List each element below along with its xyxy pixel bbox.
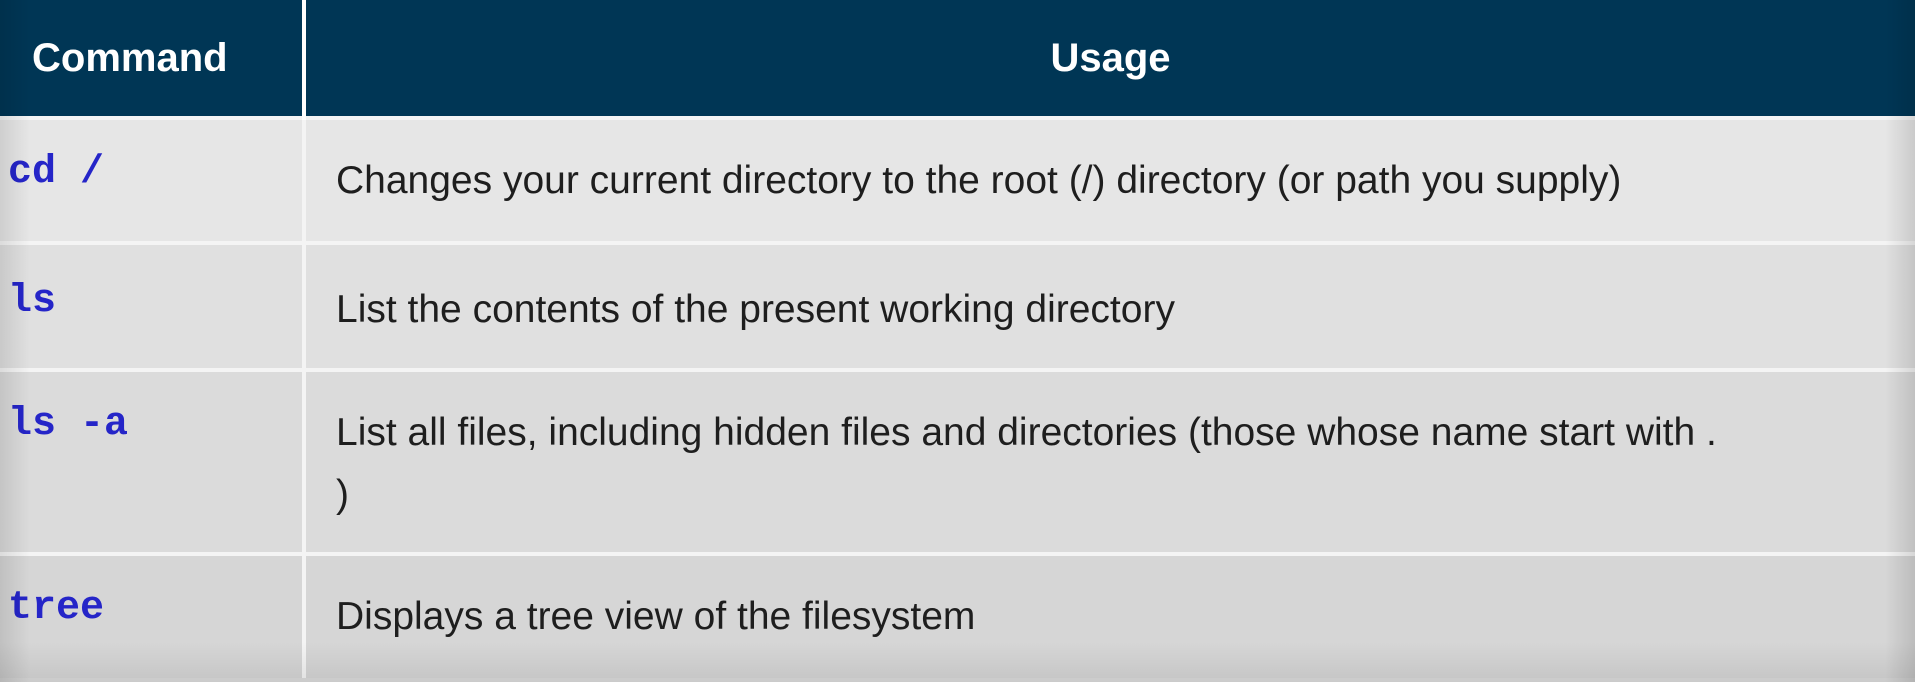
usage-cell: List the contents of the present working… bbox=[304, 241, 1915, 370]
slide: Command Usage cd / Changes your current … bbox=[0, 0, 1915, 682]
command-text: cd / bbox=[8, 150, 105, 195]
usage-cell: Changes your current directory to the ro… bbox=[304, 116, 1915, 243]
command-cell: ls bbox=[0, 241, 306, 370]
table-header-row: Command Usage bbox=[0, 0, 1915, 118]
commands-table: Command Usage cd / Changes your current … bbox=[0, 0, 1915, 678]
usage-text: Changes your current directory to the ro… bbox=[336, 159, 1622, 202]
table-row: ls List the contents of the present work… bbox=[0, 241, 1915, 370]
command-text: tree bbox=[8, 586, 105, 631]
table-row: cd / Changes your current directory to t… bbox=[0, 116, 1915, 243]
command-cell: ls -a bbox=[0, 368, 306, 554]
command-cell: cd / bbox=[0, 116, 306, 243]
command-text: ls bbox=[8, 279, 57, 324]
command-cell: tree bbox=[0, 552, 306, 678]
header-usage: Usage bbox=[304, 0, 1915, 118]
header-command: Command bbox=[0, 0, 306, 118]
usage-text: List the contents of the present working… bbox=[336, 288, 1175, 331]
usage-text: Displays a tree view of the filesystem bbox=[336, 595, 976, 638]
usage-cell: Displays a tree view of the filesystem bbox=[304, 552, 1915, 678]
command-text: ls -a bbox=[8, 402, 129, 447]
table-row: ls -a List all files, including hidden f… bbox=[0, 368, 1915, 554]
usage-text-line-1: List all files, including hidden files a… bbox=[336, 411, 1717, 454]
table-row: tree Displays a tree view of the filesys… bbox=[0, 552, 1915, 678]
usage-text-line-2: ) bbox=[336, 473, 349, 516]
usage-cell: List all files, including hidden files a… bbox=[304, 368, 1915, 554]
